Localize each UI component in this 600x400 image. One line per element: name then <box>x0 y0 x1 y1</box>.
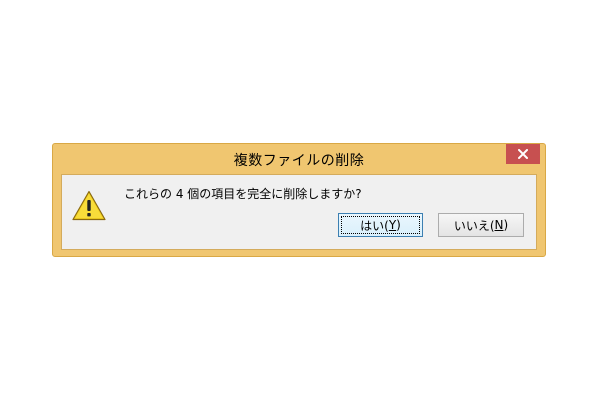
delete-multiple-files-dialog: 複数ファイルの削除 これらの 4 個の項目を完全に削除しますか? はい(Y) い… <box>52 143 546 257</box>
warning-icon <box>72 190 106 221</box>
confirm-message: これらの 4 個の項目を完全に削除しますか? <box>124 187 362 201</box>
no-label-prefix: いいえ( <box>453 218 495 233</box>
dialog-content: これらの 4 個の項目を完全に削除しますか? はい(Y) いいえ(N) <box>61 174 537 250</box>
no-accelerator: N <box>494 218 504 232</box>
yes-button[interactable]: はい(Y) <box>338 213 423 237</box>
no-button[interactable]: いいえ(N) <box>438 213 524 237</box>
dialog-title: 複数ファイルの削除 <box>233 153 365 169</box>
no-label-suffix: ) <box>503 218 509 232</box>
close-icon <box>518 149 528 159</box>
focus-indicator <box>341 216 420 234</box>
close-button[interactable] <box>506 144 540 164</box>
title-bar[interactable]: 複数ファイルの削除 <box>53 144 545 174</box>
